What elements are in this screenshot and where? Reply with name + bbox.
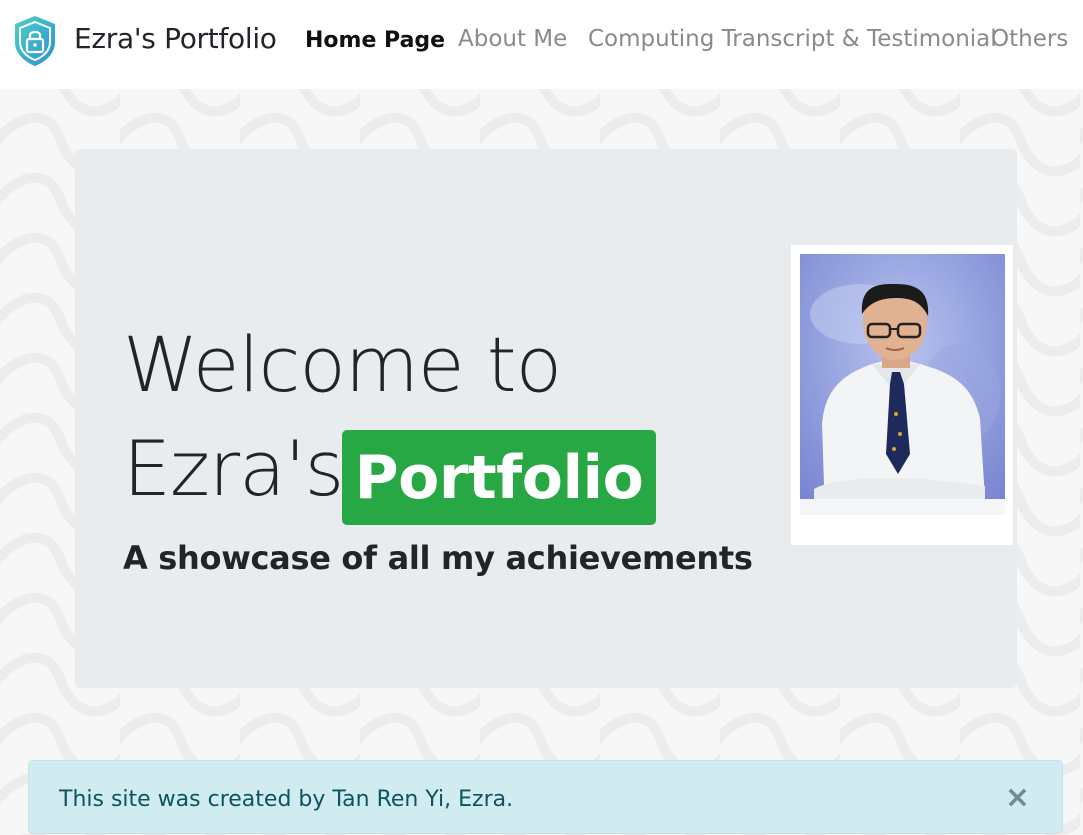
- nav-home-page[interactable]: Home Page: [305, 28, 445, 53]
- info-alert: This site was created by Tan Ren Yi, Ezr…: [28, 760, 1063, 834]
- nav-about-me[interactable]: About Me: [458, 26, 567, 52]
- close-icon[interactable]: ×: [1005, 783, 1030, 813]
- hero-tagline: A showcase of all my achievements: [123, 539, 753, 577]
- hero-heading-line1: Welcome to: [123, 320, 562, 409]
- brand-title: Ezra's Portfolio: [74, 21, 277, 55]
- hero-heading-line2: Ezra's: [123, 424, 344, 513]
- navbar: Ezra's Portfolio Home Page About Me Comp…: [0, 0, 1083, 89]
- profile-photo-frame: [791, 245, 1013, 545]
- hero-jumbotron: Welcome to Ezra's Portfolio A showcase o…: [75, 149, 1017, 688]
- nav-others[interactable]: Others: [991, 26, 1068, 52]
- alert-message: This site was created by Tan Ren Yi, Ezr…: [59, 787, 514, 812]
- nav-computing-transcript[interactable]: Computing Transcript & Testimonial: [588, 26, 997, 52]
- profile-photo: [800, 254, 1005, 515]
- shield-lock-icon: [12, 14, 58, 68]
- brand-link[interactable]: Ezra's Portfolio: [12, 14, 277, 68]
- portfolio-badge: Portfolio: [342, 430, 656, 525]
